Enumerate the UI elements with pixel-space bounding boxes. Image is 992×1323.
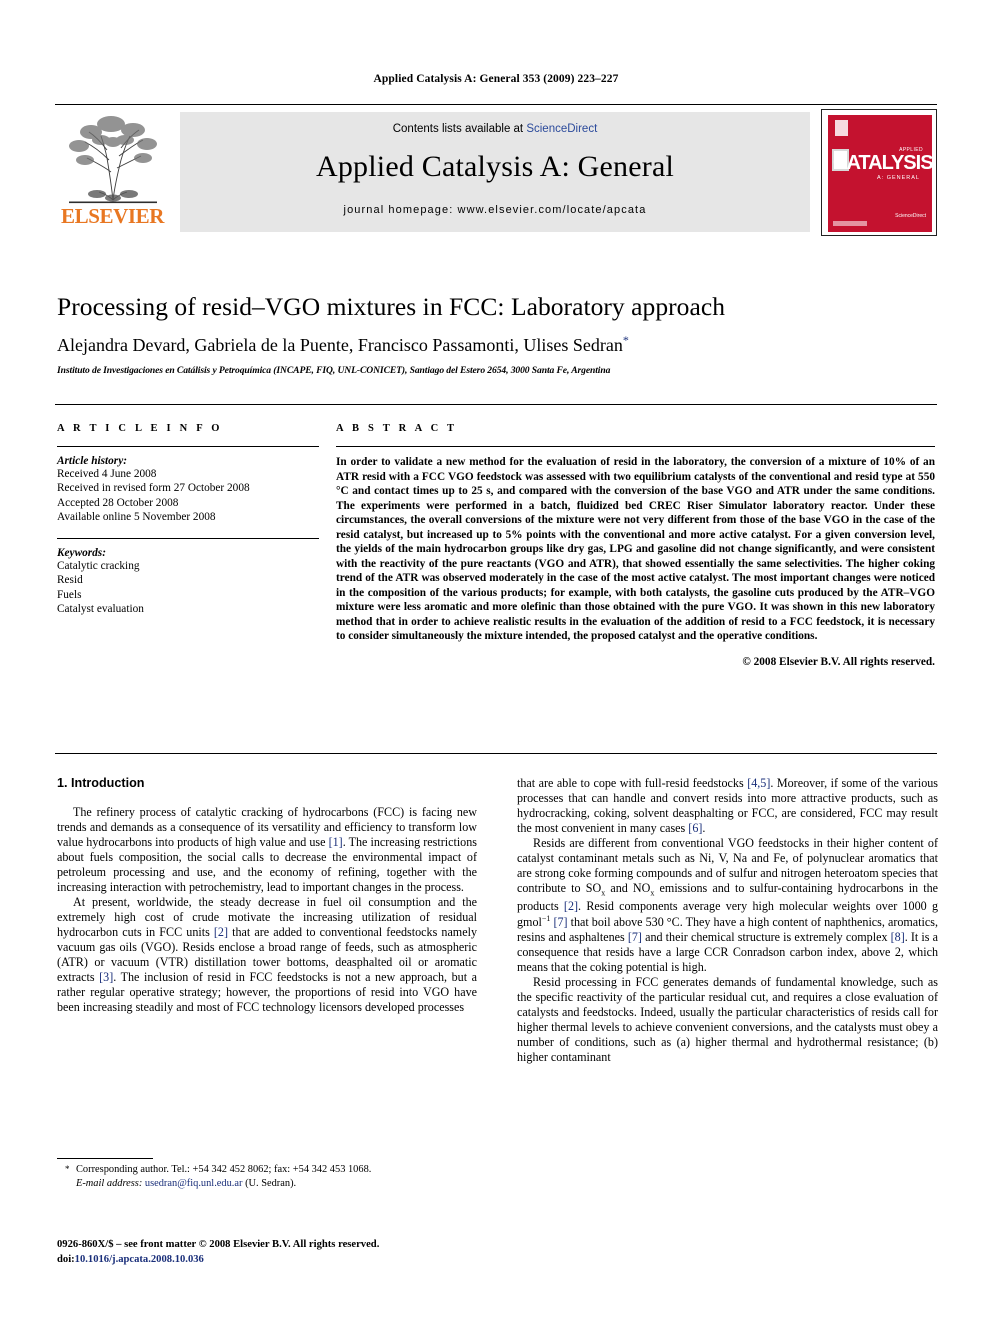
- abstract-heading: A B S T R A C T: [336, 423, 458, 434]
- citation-link[interactable]: [7]: [553, 915, 567, 929]
- keyword-item: Catalyst evaluation: [57, 603, 144, 616]
- cover-elsevier-mark-icon: [835, 120, 848, 136]
- keyword-item: Fuels: [57, 588, 82, 601]
- abstract-text: In order to validate a new method for th…: [336, 456, 935, 643]
- paragraph-text: The refinery process of catalytic cracki…: [57, 804, 477, 894]
- contents-available-line: Contents lists available at ScienceDirec…: [180, 123, 810, 135]
- email-note: E-mail address: usedran@fiq.unl.edu.ar (…: [76, 1177, 477, 1191]
- article-info-heading: A R T I C L E I N F O: [57, 423, 223, 434]
- sciencedirect-link[interactable]: ScienceDirect: [526, 123, 597, 135]
- running-head: Applied Catalysis A: General 353 (2009) …: [373, 73, 619, 85]
- paragraph-text: At present, worldwide, the steady decrea…: [57, 894, 477, 1015]
- paragraph-text: that are able to cope with full-resid fe…: [517, 776, 938, 836]
- paragraph-text: Resids are different from conventional V…: [517, 836, 939, 974]
- copyright-line: © 2008 Elsevier B.V. All rights reserved…: [742, 655, 935, 668]
- history-received: Received 4 June 2008: [57, 468, 157, 480]
- abstract-column: A B S T R A C T In order to validate a n…: [336, 423, 935, 668]
- citation-link[interactable]: [2]: [214, 925, 228, 939]
- cover-general-label: A: GENERAL: [876, 175, 920, 181]
- divider-thick: [57, 537, 319, 539]
- issn-front-matter: 0926-860X/$ – see front matter © 2008 El…: [57, 1239, 380, 1250]
- divider-thin-abstract: [336, 446, 935, 447]
- keywords-label: Keywords:: [57, 546, 106, 559]
- paragraph: At present, worldwide, the steady decrea…: [57, 895, 477, 1015]
- journal-homepage-line[interactable]: journal homepage: www.elsevier.com/locat…: [180, 204, 810, 216]
- doi-link[interactable]: 10.1016/j.apcata.2008.10.036: [75, 1254, 204, 1265]
- elsevier-wordmark: ELSEVIER: [60, 204, 164, 228]
- author-list: Alejandra Devard, Gabriela de la Puente,…: [57, 333, 937, 356]
- paragraph: that are able to cope with full-resid fe…: [517, 776, 938, 836]
- paragraph: Resids are different from conventional V…: [517, 836, 938, 975]
- history-revised: Received in revised form 27 October 2008: [57, 482, 250, 495]
- footnote-body: Corresponding author. Tel.: +54 342 452 …: [57, 1163, 477, 1191]
- elsevier-logo: ELSEVIER: [55, 112, 170, 232]
- elsevier-tree-icon: [69, 116, 157, 204]
- citation-link[interactable]: [3]: [99, 970, 113, 984]
- corresponding-author-note: Corresponding author. Tel.: +54 342 452 …: [76, 1164, 372, 1175]
- keyword-item: Resid: [57, 574, 83, 587]
- section-heading-introduction: 1. Introduction: [57, 776, 145, 790]
- journal-cover-art: APPLIED CATALYSIS A: GENERAL ScienceDire…: [828, 115, 932, 232]
- journal-title: Applied Catalysis A: General: [315, 150, 675, 183]
- paragraph: The refinery process of catalytic cracki…: [57, 805, 477, 895]
- citation-link[interactable]: [1]: [329, 835, 343, 849]
- affiliation: Instituto de Investigaciones en Catálisi…: [57, 365, 611, 376]
- journal-banner: Contents lists available at ScienceDirec…: [180, 112, 810, 232]
- paper-page: Applied Catalysis A: General 353 (2009) …: [0, 0, 992, 1323]
- article-history-label: Article history:: [57, 455, 127, 467]
- citation-link[interactable]: [4,5]: [747, 776, 770, 790]
- citation-link[interactable]: [8]: [891, 930, 905, 944]
- footnote-block: * Corresponding author. Tel.: +54 342 45…: [57, 1163, 477, 1191]
- citation-link[interactable]: [7]: [628, 930, 642, 944]
- body-column-right: that are able to cope with full-resid fe…: [517, 776, 938, 1065]
- citation-link[interactable]: [2]: [564, 899, 578, 913]
- journal-masthead: ELSEVIER Contents lists available at Sci…: [55, 104, 937, 238]
- cover-bottom-bar: [833, 221, 867, 226]
- doi-line: doi:10.1016/j.apcata.2008.10.036: [57, 1252, 527, 1267]
- history-accepted: Accepted 28 October 2008: [57, 496, 179, 509]
- body-column-left: 1. Introduction The refinery process of …: [57, 776, 477, 1015]
- doi-label: doi:: [57, 1254, 75, 1266]
- article-info-abstract-block: A R T I C L E I N F O Article history: R…: [55, 404, 937, 754]
- article-info-column: A R T I C L E I N F O Article history: R…: [57, 423, 319, 617]
- paragraph-text: Resid processing in FCC generates demand…: [517, 974, 938, 1065]
- footnote-divider: [57, 1158, 153, 1159]
- citation-link[interactable]: [6]: [688, 821, 702, 835]
- page-title: Processing of resid–VGO mixtures in FCC:…: [57, 292, 726, 321]
- imprint-block: 0926-860X/$ – see front matter © 2008 El…: [57, 1237, 527, 1267]
- corresponding-author-marker: *: [622, 333, 629, 347]
- email-suffix: (U. Sedran).: [242, 1177, 297, 1189]
- author-names: Alejandra Devard, Gabriela de la Puente,…: [57, 335, 623, 355]
- paragraph: Resid processing in FCC generates demand…: [517, 975, 938, 1065]
- footnote-marker: *: [65, 1164, 70, 1174]
- cover-catalysis-label: CATALYSIS: [833, 152, 932, 174]
- cover-sciencedirect-label: ScienceDirect: [895, 212, 926, 219]
- contents-prefix: Contents lists available at: [392, 123, 527, 135]
- email-label: E-mail address:: [76, 1177, 143, 1189]
- divider-thin-top: [57, 446, 319, 447]
- history-online: Available online 5 November 2008: [57, 511, 216, 524]
- journal-cover-thumbnail: APPLIED CATALYSIS A: GENERAL ScienceDire…: [821, 109, 937, 236]
- keyword-item: Catalytic cracking: [57, 559, 140, 572]
- email-link[interactable]: usedran@fiq.unl.edu.ar: [145, 1178, 243, 1189]
